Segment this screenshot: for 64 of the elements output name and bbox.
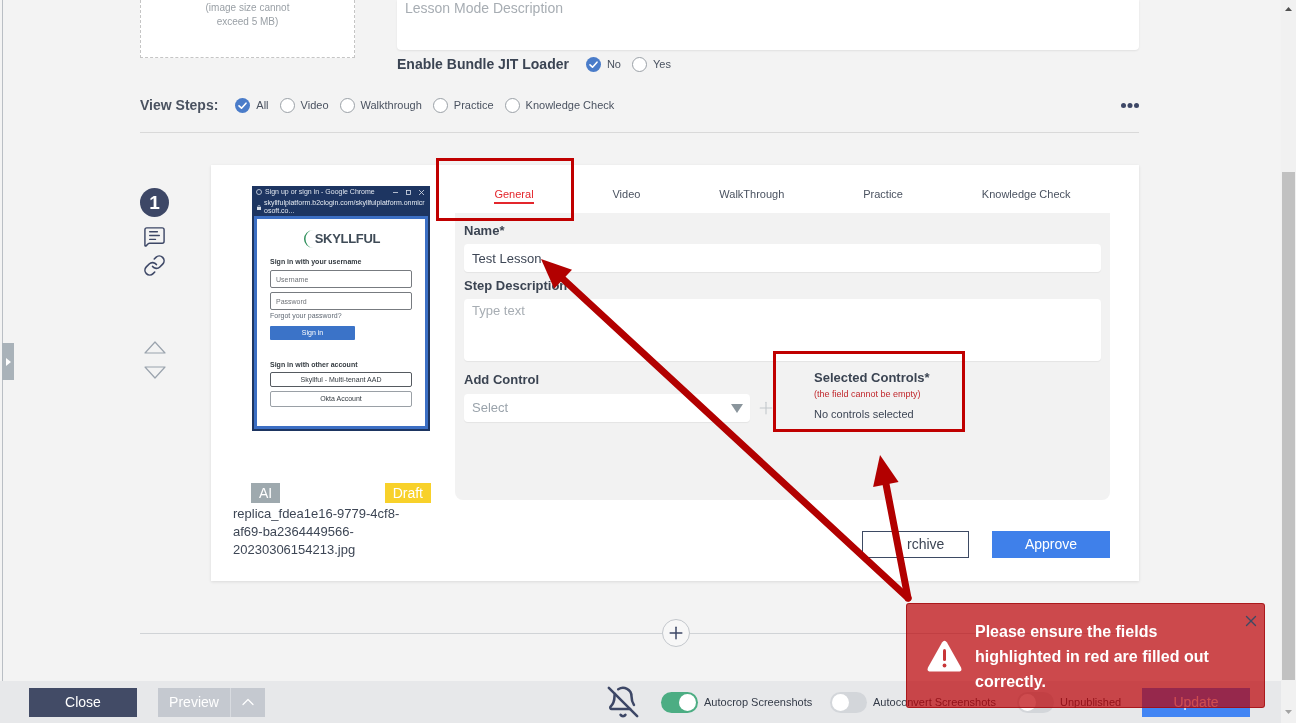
toggle-switch[interactable]: [830, 691, 867, 713]
radio-button[interactable]: [632, 56, 647, 72]
close-icon: [419, 189, 424, 195]
file-name: replica_fdea1e16-9779-4cf8-af69-ba2364449566-20230306154213.jpg: [233, 505, 401, 559]
name-input[interactable]: Test Lesson: [464, 244, 1101, 272]
caret-down-icon: [731, 403, 743, 413]
radio-button[interactable]: [432, 97, 448, 113]
scroll-up-arrow-icon[interactable]: [1285, 7, 1292, 11]
caret-right-icon: [5, 357, 11, 366]
error-message: (the field cannot be empty): [814, 388, 921, 400]
field-label: Add Control: [464, 372, 540, 388]
step-description-field[interactable]: Type text: [464, 299, 1101, 361]
tab[interactable]: Video: [612, 187, 641, 204]
field-label: Step Description: [464, 278, 568, 294]
field-label: Selected Controls*: [814, 370, 930, 386]
radio-label: All: [256, 98, 269, 112]
logo-crescent-icon: [301, 229, 314, 249]
warning-icon: [927, 640, 962, 672]
step-number: 1: [140, 188, 169, 217]
approve-button[interactable]: Approve: [992, 531, 1110, 558]
empty-state-text: No controls selected: [814, 407, 914, 421]
comment-icon[interactable]: [143, 225, 166, 248]
toggle-switch[interactable]: [661, 691, 698, 713]
panel-toggle-button[interactable]: [2, 343, 14, 380]
tab[interactable]: Practice: [863, 187, 903, 204]
close-button[interactable]: Close: [29, 687, 137, 717]
tag-badge: Draft: [384, 483, 431, 503]
radio-button[interactable]: [279, 97, 295, 113]
ellipsis-icon[interactable]: [1121, 102, 1139, 108]
maximize-icon: [406, 189, 411, 195]
tab[interactable]: WalkThrough: [719, 187, 785, 204]
toggle-label: Autocrop Screenshots: [704, 695, 813, 709]
radio-label: Yes: [653, 57, 671, 71]
radio-label: Video: [300, 98, 329, 112]
logo-text: SKYLLFUL: [314, 231, 381, 247]
toast-message: Please ensure the fields highlighted in red are filled out correctly.: [975, 622, 1210, 692]
radio-button[interactable]: [339, 97, 355, 113]
tab[interactable]: General: [494, 187, 534, 204]
radio-label: Knowledge Check: [525, 98, 615, 112]
lock-icon: [257, 204, 261, 210]
upload-hint: (image size cannot exceed 5 MB): [204, 1, 291, 29]
add-step-button[interactable]: [662, 619, 690, 647]
radio-button[interactable]: [235, 97, 251, 113]
scroll-down-arrow-icon[interactable]: [1285, 710, 1292, 714]
field-label: Name*: [464, 223, 505, 239]
caret-down-icon[interactable]: [143, 366, 166, 379]
minimize-icon: [393, 189, 398, 195]
tab[interactable]: Knowledge Check: [981, 187, 1071, 204]
jit-loader-label: Enable Bundle JIT Loader: [397, 55, 569, 73]
description-field[interactable]: Lesson Mode Description: [397, 0, 1139, 50]
radio-label: Walkthrough: [360, 98, 422, 112]
scrollbar-thumb[interactable]: [1282, 172, 1295, 680]
archive-button[interactable]: rchive: [862, 531, 969, 558]
bell-off-icon[interactable]: [606, 685, 640, 719]
radio-label: No: [606, 57, 621, 71]
radio-button[interactable]: [504, 97, 520, 113]
link-icon[interactable]: [143, 254, 166, 277]
radio-button[interactable]: [585, 56, 601, 72]
radio-label: Practice: [453, 98, 494, 112]
tag-badge: AI: [251, 483, 281, 503]
circle-icon: [256, 189, 262, 195]
caret-up-icon[interactable]: [143, 341, 166, 354]
view-steps-label: View Steps:: [140, 96, 219, 114]
preview-menu-button[interactable]: [230, 687, 265, 717]
